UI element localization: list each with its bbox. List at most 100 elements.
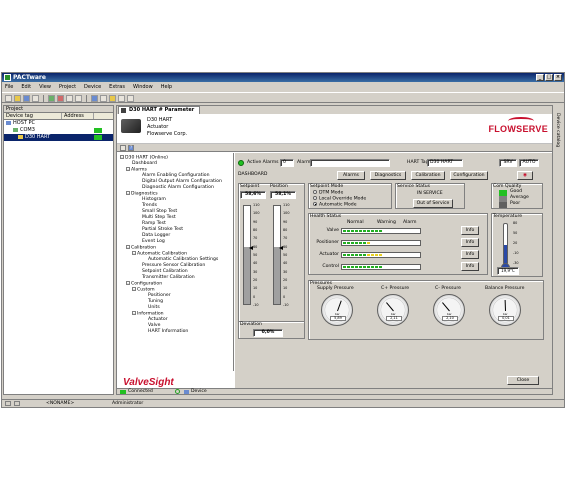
tree-item-host-pc[interactable]: HOST PC (4, 120, 113, 127)
connection-status-icon (94, 128, 102, 133)
tree-item-com3[interactable]: COM3 (4, 127, 113, 134)
gauge-tick-label: 50 (283, 253, 288, 257)
configuration-button[interactable]: Configuration (450, 171, 488, 180)
health-segment (371, 266, 374, 268)
health-segment (375, 242, 378, 244)
control-info-button[interactable]: Info (461, 262, 479, 271)
tree-item-d30-hart[interactable]: D30 HART (4, 134, 113, 141)
close-window-button[interactable]: × (554, 74, 562, 81)
refresh-icon (175, 389, 180, 394)
calibration-button[interactable]: Calibration (411, 171, 445, 180)
properties-icon[interactable] (118, 95, 125, 102)
health-segment (387, 230, 390, 232)
menu-file[interactable]: File (5, 83, 13, 91)
health-segment (359, 242, 362, 244)
out-of-service-button[interactable]: Out of Service (413, 199, 453, 208)
health-segment (403, 242, 406, 244)
print-icon[interactable] (32, 95, 39, 102)
health-segment (363, 254, 366, 256)
tab-d30-parameter[interactable]: D30 HART # Parameter (118, 106, 201, 114)
open-icon[interactable] (14, 95, 21, 102)
column-device-tag[interactable]: Device tag (4, 113, 62, 119)
flowserve-logo: FLOWSERVE (488, 124, 548, 134)
health-segment (351, 242, 354, 244)
project-pane: Project Device tag Address HOST PC COM3 … (3, 105, 114, 395)
device-catalog-dock[interactable]: Device catalog (552, 105, 564, 395)
close-button[interactable]: Close (507, 376, 539, 385)
column-address[interactable]: Address (62, 113, 94, 119)
positioner-info-button[interactable]: Info (461, 238, 479, 247)
device-type: Actuator (147, 124, 169, 130)
radio-automatic-mode (313, 202, 317, 206)
health-segment (403, 230, 406, 232)
position-label: Position (270, 184, 288, 189)
health-segment (363, 266, 366, 268)
minimize-button[interactable]: _ (536, 74, 544, 81)
gauge-tick-label: 80 (283, 228, 288, 232)
new-icon[interactable] (5, 95, 12, 102)
menu-extras[interactable]: Extras (109, 83, 125, 91)
health-segment (399, 230, 402, 232)
measured-value-icon[interactable] (100, 95, 107, 102)
add-device-icon[interactable] (109, 95, 116, 102)
disconnect-icon[interactable] (57, 95, 64, 102)
save-icon[interactable] (23, 95, 30, 102)
menu-view[interactable]: View (39, 83, 51, 91)
hart-tag-label: HART Tag (407, 160, 429, 165)
connect-icon[interactable] (48, 95, 55, 102)
maximize-button[interactable]: □ (545, 74, 553, 81)
health-label-positioner: Positioner (316, 240, 339, 245)
mode-option-automatic[interactable]: Automatic Mode (313, 202, 357, 209)
menu-help[interactable]: Help (161, 83, 172, 91)
deviation-label: Deviation (240, 322, 262, 327)
menu-window[interactable]: Window (133, 83, 153, 91)
device-catalog-label: Device catalog (555, 113, 560, 148)
health-segment (387, 266, 390, 268)
actuator-info-button[interactable]: Info (461, 250, 479, 259)
menu-device[interactable]: Device (84, 83, 101, 91)
gauge-tick-label: 30 (283, 269, 288, 274)
dtm-icon (121, 108, 126, 113)
health-segment (383, 254, 386, 256)
alarms-button[interactable]: Alarms (337, 171, 365, 180)
nav-hart-information[interactable]: HART Information (148, 329, 188, 335)
c-plus-pressure-dial: bar 2,11 (377, 294, 409, 326)
project-name-status: <NONAME> (46, 401, 75, 406)
device-image (121, 119, 141, 133)
status-bar: <NONAME> Administrator (2, 399, 564, 407)
valve-info-button[interactable]: Info (461, 226, 479, 235)
position-marker-icon (279, 246, 283, 251)
active-alarms-led (238, 160, 244, 166)
parameter-icon[interactable] (91, 95, 98, 102)
gauge-tick-label: 20 (283, 278, 288, 282)
menu-edit[interactable]: Edit (21, 83, 31, 91)
position-scale: 110 100 90 80 70 60 50 40 30 20 10 0 -10 (283, 203, 293, 309)
com-quality-poor: Poor (510, 201, 521, 206)
menu-project[interactable]: Project (59, 83, 76, 91)
health-segment (379, 230, 382, 232)
menu-icon[interactable] (120, 145, 126, 151)
gauge-tick-label: 0 (283, 294, 286, 299)
gauge-tick-label: 90 (253, 219, 258, 224)
health-segment (375, 254, 378, 256)
upload-icon[interactable] (66, 95, 73, 102)
download-icon[interactable] (75, 95, 82, 102)
c-minus-pressure-value: 2,10 (442, 316, 458, 321)
health-segment (367, 266, 370, 268)
temperature-title: Temperature (493, 214, 523, 219)
connected-icon (120, 390, 126, 394)
setpoint-label: Setpoint (240, 184, 260, 189)
health-segment (367, 230, 370, 232)
device-name: D30 HART (147, 117, 173, 123)
dashboard-section-label: DASHBOARD (238, 172, 268, 177)
c-minus-pressure-label: C- Pressure (435, 286, 461, 291)
help-icon[interactable]: ? (128, 145, 134, 151)
flowserve-button[interactable]: ◉ (517, 171, 533, 180)
diagnostics-button[interactable]: Diagnostics (370, 171, 406, 180)
service-status-value: IN SERVICE (417, 191, 443, 196)
health-segment (399, 266, 402, 268)
gauge-tick-label: 20 (253, 278, 258, 282)
device-icon (18, 134, 23, 139)
help-icon[interactable] (127, 95, 134, 102)
device-online-icon (94, 135, 102, 140)
